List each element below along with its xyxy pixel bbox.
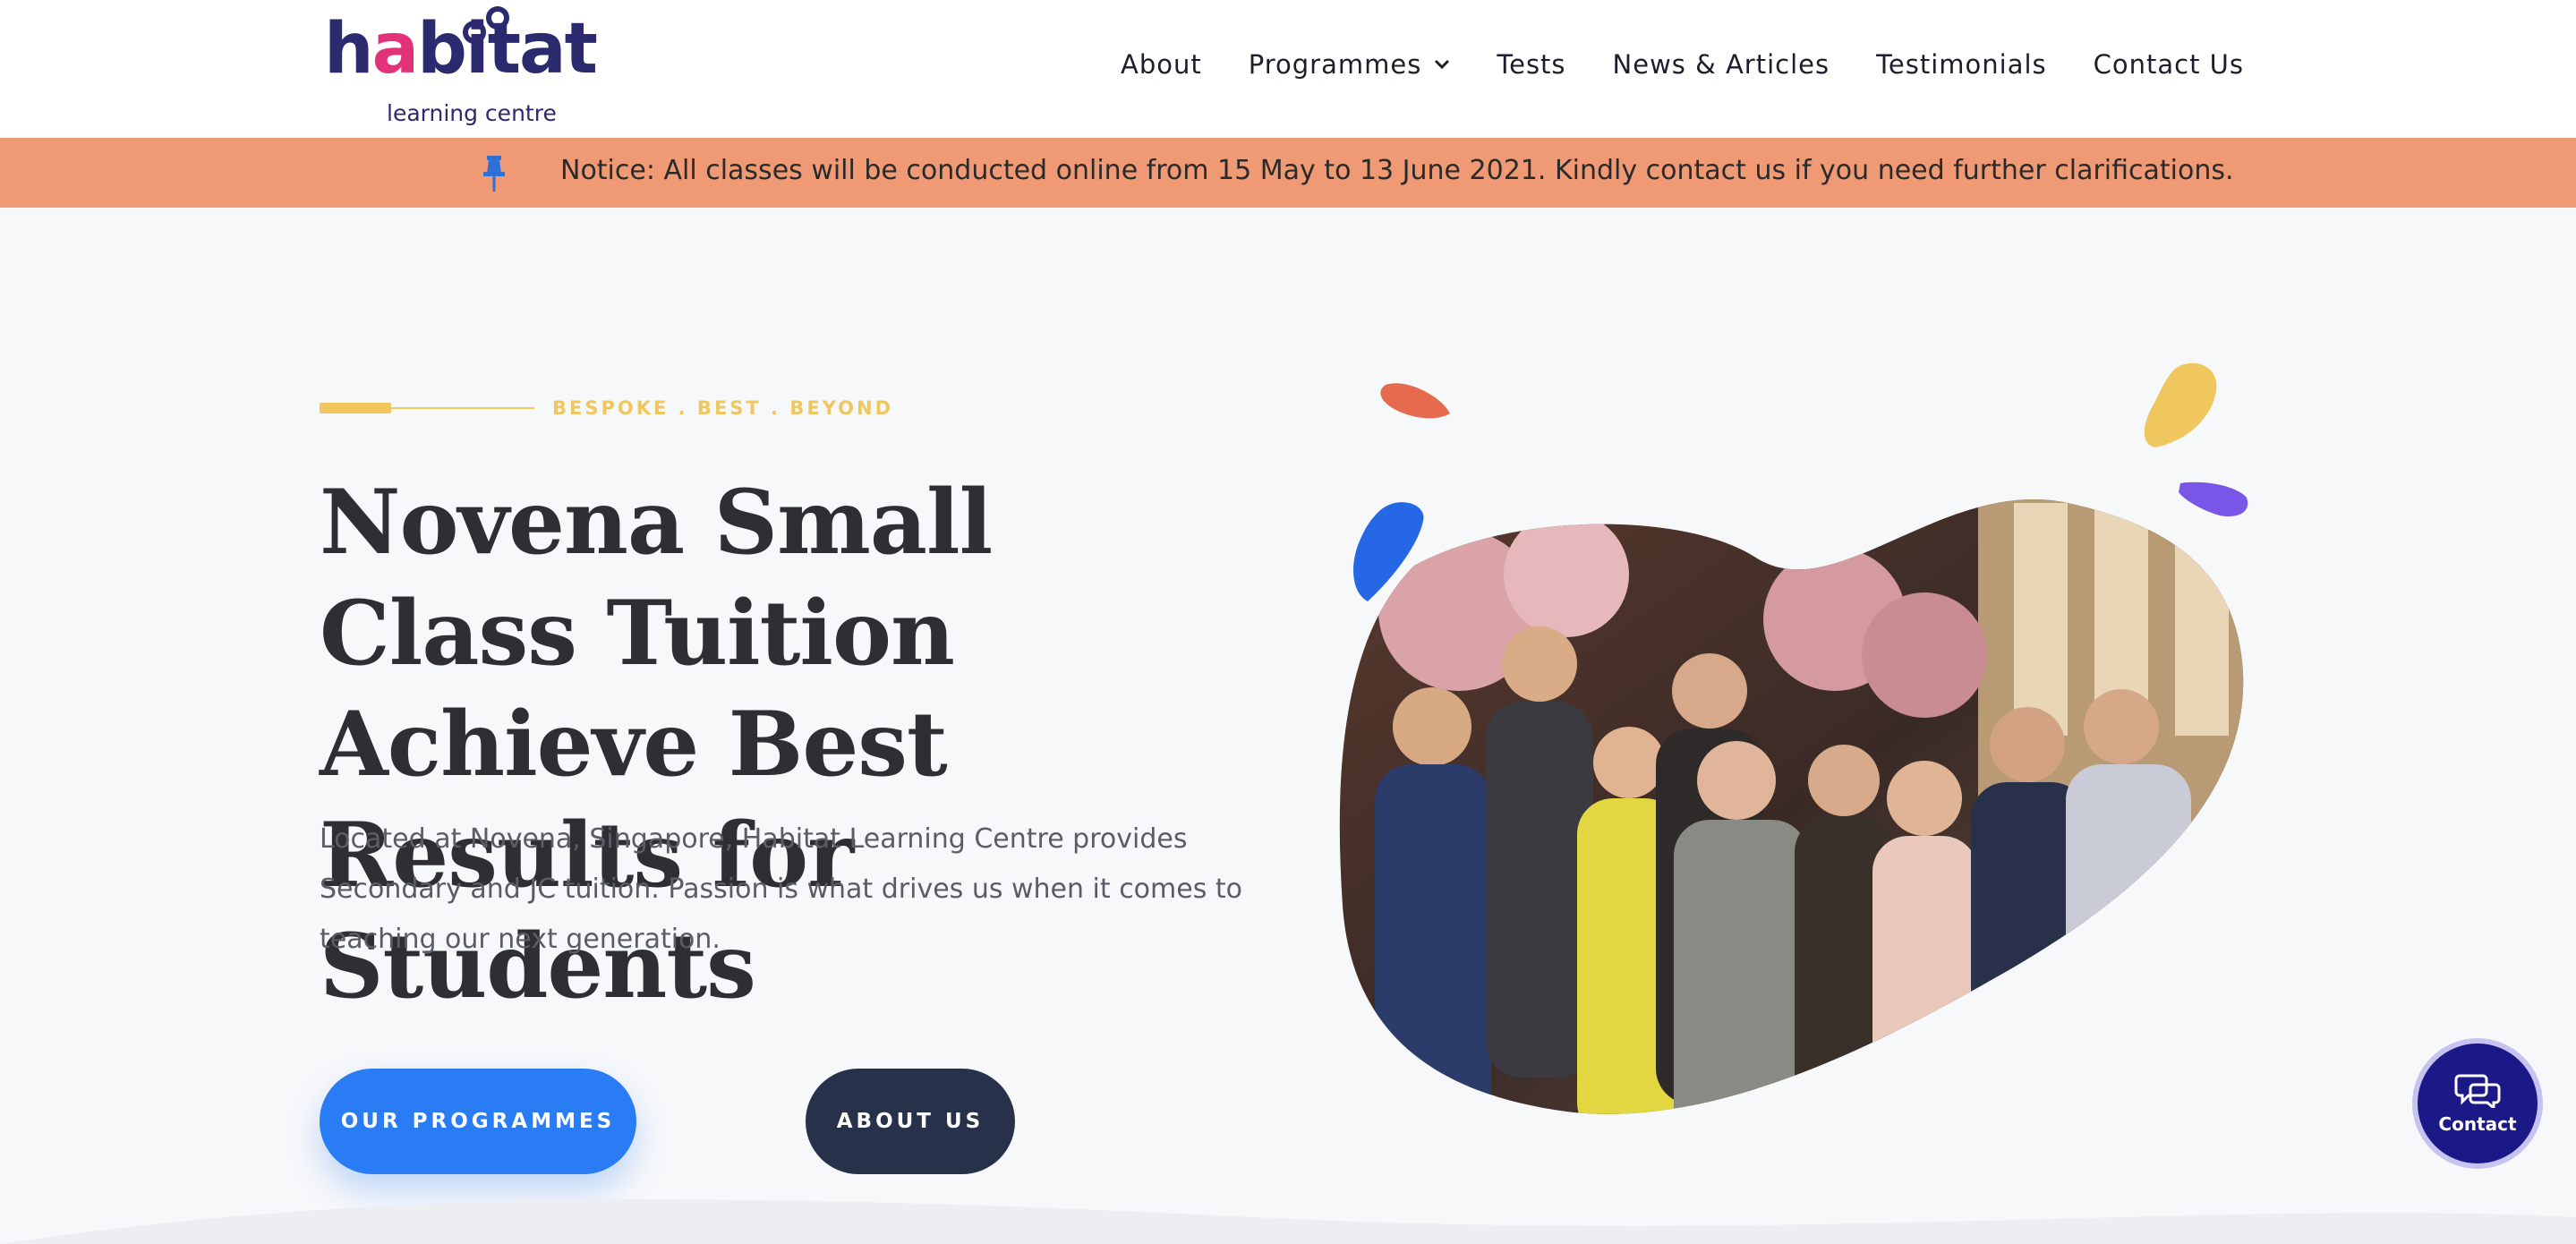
nav-contact-us[interactable]: Contact Us <box>2094 49 2244 80</box>
bottom-wave-divider <box>0 1199 2576 1244</box>
nav-about[interactable]: About <box>1121 49 1202 80</box>
decor-blob-red <box>1380 383 1450 419</box>
main-nav: About Programmes Tests News & Articles T… <box>1121 47 2244 82</box>
chevron-down-icon <box>1435 59 1450 70</box>
our-programmes-button[interactable]: OUR PROGRAMMES <box>320 1069 636 1174</box>
habitat-logo[interactable]: habitat learning centre <box>324 5 598 127</box>
tagline-divider <box>391 407 534 409</box>
tagline: BESPOKE . BEST . BEYOND <box>320 397 893 419</box>
pushpin-icon <box>483 156 505 192</box>
nav-testimonials[interactable]: Testimonials <box>1876 49 2047 80</box>
nav-tests[interactable]: Tests <box>1497 49 1565 80</box>
logo-subtitle: learning centre <box>387 100 557 126</box>
about-us-button[interactable]: ABOUT US <box>806 1069 1015 1174</box>
notice-bar: Notice: All classes will be conducted on… <box>0 138 2576 208</box>
team-photo <box>1339 498 2244 1114</box>
decor-blob-yellow <box>2144 362 2217 447</box>
hero-artwork <box>1339 362 2248 1114</box>
nav-programmes[interactable]: Programmes <box>1249 49 1451 80</box>
hero-intro: Located at Novena, Singapore, Habitat Le… <box>320 823 1243 955</box>
nav-news-articles[interactable]: News & Articles <box>1613 49 1830 80</box>
logo-wordmark: habitat <box>324 9 598 89</box>
tagline-accent-bar <box>320 403 391 413</box>
floating-contact-button[interactable]: Contact <box>2412 1038 2543 1169</box>
chat-bubbles-icon <box>2454 1074 2501 1108</box>
decor-blob-purple <box>2179 481 2248 517</box>
contact-fab-label: Contact <box>2438 1113 2517 1135</box>
site-header: habitat learning centre About Programmes… <box>0 0 2576 138</box>
tagline-text: BESPOKE . BEST . BEYOND <box>552 397 894 419</box>
notice-text: Notice: All classes will be conducted on… <box>560 155 2234 186</box>
